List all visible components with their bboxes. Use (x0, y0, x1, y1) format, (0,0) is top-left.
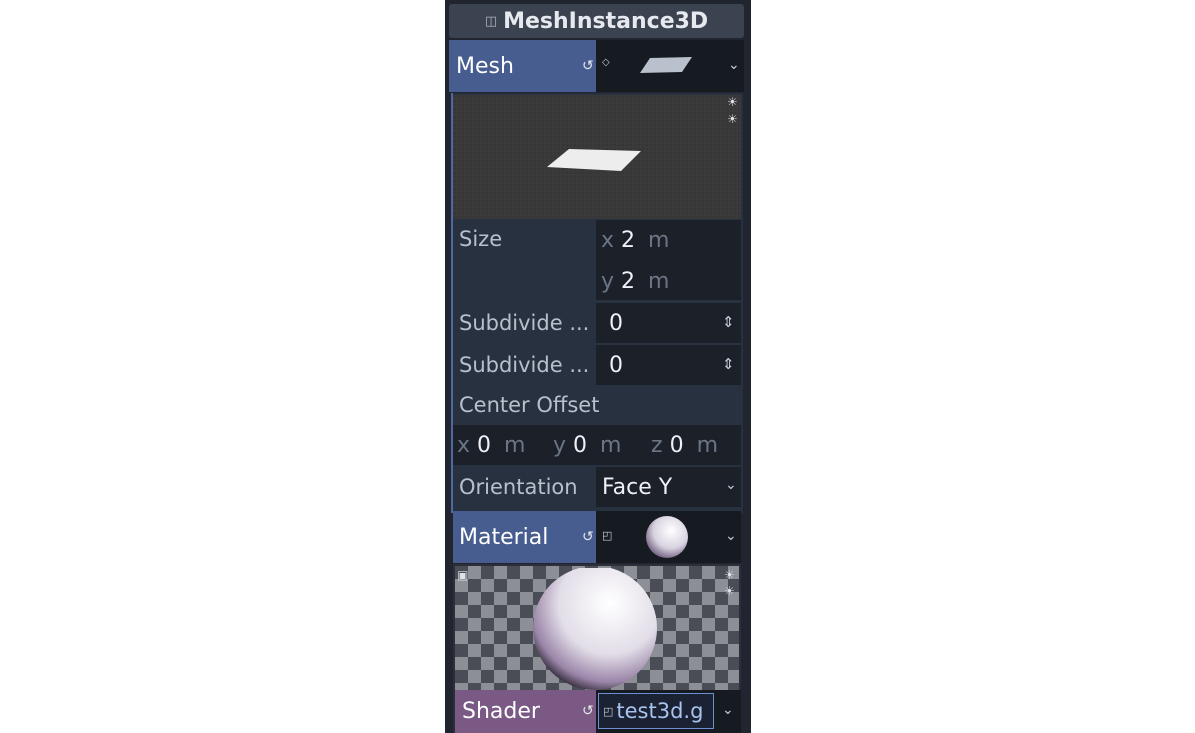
plane-mesh-icon: ◇ (602, 57, 610, 68)
orientation-dropdown[interactable]: Face Y ⌄ (596, 467, 741, 507)
subdivide-width-label: Subdivide ... (459, 311, 590, 335)
offset-x-value: 0 (477, 433, 492, 458)
offset-y-unit: m (600, 433, 622, 458)
center-offset-y-input[interactable]: y 0 m (553, 433, 621, 458)
material-resource-icon: ◰ (602, 529, 613, 542)
mesh-label-text: Mesh (456, 53, 514, 79)
subdivide-depth-label: Subdivide ... (459, 353, 590, 377)
offset-y-value: 0 (573, 433, 588, 458)
orientation-value: Face Y (602, 475, 673, 500)
mesh-resource-picker[interactable]: ◇ ⌄ (596, 40, 744, 92)
spinner-arrows-icon[interactable]: ⇕ (722, 313, 735, 331)
mesh-thumbnail (640, 57, 692, 73)
light-toggle-1-icon[interactable]: ☀ (727, 95, 738, 109)
shader-label-text: Shader (462, 699, 540, 724)
size-y-axis: y (601, 269, 615, 294)
revert-icon[interactable]: ↺ (582, 58, 594, 74)
mesh-preview-viewport (453, 95, 741, 219)
size-y-input[interactable]: y 2 m (601, 269, 669, 294)
sphere-preview-shape (533, 568, 657, 690)
offset-y-axis: y (553, 433, 567, 458)
light-toggle-2-icon[interactable]: ☀ (727, 112, 738, 126)
material-preview-viewport (455, 566, 739, 690)
size-x-input[interactable]: x 2 m (601, 228, 669, 253)
chevron-down-icon[interactable]: ⌄ (725, 528, 737, 544)
offset-z-axis: z (651, 433, 663, 458)
light-toggle-4-icon[interactable]: ☀ (724, 584, 735, 598)
revert-icon[interactable]: ↺ (582, 529, 594, 545)
plane-preview-shape (547, 149, 641, 171)
chevron-down-icon[interactable]: ⌄ (725, 477, 737, 493)
preview-toggle-icon[interactable]: ▣ (457, 568, 468, 582)
offset-x-axis: x (457, 433, 471, 458)
size-y-unit: m (648, 269, 670, 294)
offset-z-unit: m (696, 433, 718, 458)
subdivide-depth-value: 0 (609, 353, 623, 378)
chevron-down-icon[interactable]: ⌄ (722, 702, 734, 718)
node-title-bar: ◫ MeshInstance3D (449, 4, 744, 38)
size-x-unit: m (648, 228, 670, 253)
offset-x-unit: m (504, 433, 526, 458)
spinner-arrows-icon[interactable]: ⇕ (722, 355, 735, 373)
center-offset-x-input[interactable]: x 0 m (457, 433, 525, 458)
shader-file-icon: ◰ (603, 704, 614, 718)
node-title: MeshInstance3D (503, 8, 709, 34)
size-label: Size (459, 227, 503, 251)
shader-file-name: test3d.g (616, 699, 704, 723)
orientation-label: Orientation (459, 475, 578, 499)
light-toggle-3-icon[interactable]: ☀ (724, 568, 735, 582)
subdivide-width-value: 0 (609, 311, 623, 336)
material-thumbnail (646, 516, 688, 558)
offset-z-value: 0 (669, 433, 684, 458)
mesh-property-label[interactable]: Mesh (449, 40, 596, 92)
material-resource-picker[interactable]: ◰ ⌄ (596, 511, 741, 563)
size-x-value: 2 (621, 228, 636, 253)
material-label-text: Material (459, 524, 549, 550)
size-x-axis: x (601, 228, 615, 253)
subdivide-depth-spinbox[interactable]: 0 ⇕ (596, 345, 741, 385)
size-y-value: 2 (621, 269, 636, 294)
center-offset-label: Center Offset (459, 393, 600, 417)
subdivide-width-spinbox[interactable]: 0 ⇕ (596, 303, 741, 343)
revert-icon[interactable]: ↺ (582, 703, 594, 719)
shader-file-button[interactable]: ◰ test3d.g (598, 693, 714, 729)
mesh-instance-icon: ◫ (484, 13, 498, 29)
center-offset-z-input[interactable]: z 0 m (651, 433, 718, 458)
shader-property-label[interactable]: Shader (455, 690, 596, 733)
chevron-down-icon[interactable]: ⌄ (728, 57, 740, 73)
material-property-label[interactable]: Material (453, 511, 596, 563)
